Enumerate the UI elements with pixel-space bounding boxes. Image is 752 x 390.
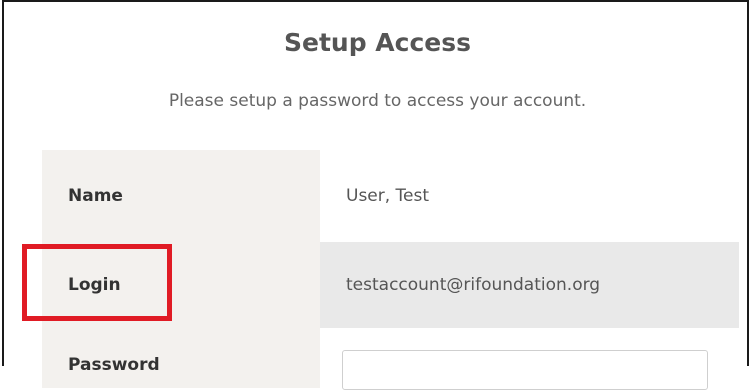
login-value: testaccount@rifoundation.org bbox=[320, 242, 739, 328]
name-label: Name bbox=[42, 150, 320, 242]
page-subtitle: Please setup a password to access your a… bbox=[168, 91, 587, 111]
page-title: Setup Access bbox=[283, 28, 471, 57]
name-row: Name User, Test bbox=[42, 150, 739, 242]
login-highlight-box bbox=[22, 244, 172, 321]
password-input[interactable] bbox=[342, 350, 708, 390]
name-value: User, Test bbox=[320, 150, 739, 242]
password-label: Password bbox=[42, 328, 320, 388]
